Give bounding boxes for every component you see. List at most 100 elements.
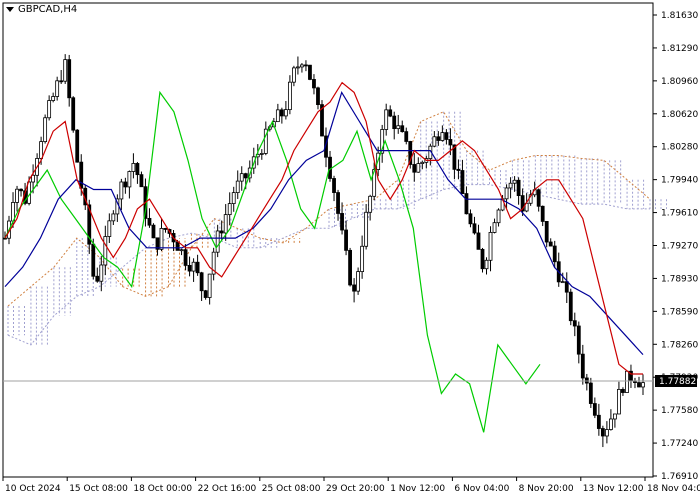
candle-body xyxy=(600,428,605,437)
candle-body xyxy=(348,249,352,286)
y-tick-label: 1.77580 xyxy=(661,406,698,416)
candle-body xyxy=(195,261,200,274)
candle-body xyxy=(352,284,356,292)
chart-window[interactable]: 1.81630 1.81290 1.80960 1.80620 1.80280 1.799… xyxy=(0,0,700,500)
candle-body xyxy=(235,180,240,194)
candle-body xyxy=(199,272,204,292)
candle-body xyxy=(604,429,609,437)
candle-body xyxy=(621,389,625,393)
candle-body xyxy=(536,189,541,207)
candle-body xyxy=(183,249,188,266)
candle-body xyxy=(364,211,369,247)
candle-body xyxy=(336,192,340,214)
candle-body xyxy=(51,96,56,101)
candle-body xyxy=(332,178,336,193)
y-tick-label: 1.78260 xyxy=(661,340,698,350)
candle-body xyxy=(360,245,365,272)
candle-body xyxy=(95,275,100,282)
candle-body xyxy=(436,136,441,141)
candle-body xyxy=(135,163,140,176)
candle-body xyxy=(47,100,52,119)
candle-body xyxy=(440,132,445,141)
price-axis[interactable]: 1.81630 1.81290 1.80960 1.80620 1.80280 1.799… xyxy=(653,11,698,482)
y-tick-label: 1.76910 xyxy=(661,472,698,482)
candle-body xyxy=(384,109,389,130)
candle-body xyxy=(613,413,617,420)
candle-body xyxy=(356,271,361,292)
candle-body xyxy=(163,228,168,230)
candle-body xyxy=(552,245,557,263)
candle-body xyxy=(456,168,461,171)
candle-body xyxy=(460,170,465,194)
candle-body xyxy=(504,187,509,200)
candle-body xyxy=(617,389,621,415)
candle-body xyxy=(131,163,136,172)
y-tick-label: 1.79270 xyxy=(661,242,698,252)
candle-body xyxy=(179,249,184,252)
candle-body xyxy=(344,229,348,251)
candle-body xyxy=(279,109,284,117)
candle-body xyxy=(103,236,108,266)
candle-body xyxy=(468,213,473,225)
current-price-text: 1.77882 xyxy=(659,377,696,387)
candle-body xyxy=(544,221,549,243)
candle-body xyxy=(548,241,553,247)
x-tick-label: 1 Nov 12:00 xyxy=(390,484,445,494)
candle-body xyxy=(564,281,569,293)
candle-body xyxy=(67,59,72,99)
candle-body xyxy=(79,161,84,189)
x-tick-label: 10 Oct 2024 xyxy=(5,484,61,494)
candle-body xyxy=(396,125,401,130)
candle-body xyxy=(275,109,280,123)
candle-body xyxy=(488,232,493,261)
candle-body xyxy=(283,109,288,117)
candle-body xyxy=(508,182,513,189)
time-axis[interactable]: 10 Oct 2024 15 Oct 08:00 18 Oct 00:00 22 Oc… xyxy=(2,477,700,494)
candle-body xyxy=(592,403,597,416)
candle-body xyxy=(231,192,236,204)
triangle-down-icon[interactable] xyxy=(6,7,14,12)
candle-body xyxy=(432,136,437,147)
candle-body xyxy=(576,325,581,355)
candle-body xyxy=(312,79,316,89)
symbol-text: GBPCAD,H4 xyxy=(18,4,78,15)
candle-body xyxy=(147,217,152,226)
candle-body xyxy=(448,139,453,146)
candle-body xyxy=(151,224,156,239)
candle-body xyxy=(63,59,68,82)
x-tick-label: 25 Oct 08:00 xyxy=(262,484,321,494)
candle-body xyxy=(75,129,80,163)
candle-body xyxy=(43,117,48,142)
x-tick-label: 29 Oct 20:00 xyxy=(326,484,385,494)
candle-body xyxy=(572,320,577,327)
candle-body xyxy=(215,230,220,253)
candle-body xyxy=(304,64,308,67)
candle-body xyxy=(641,382,645,388)
candle-body xyxy=(596,414,601,429)
candle-body xyxy=(368,195,373,213)
symbol-title[interactable]: GBPCAD,H4 xyxy=(6,4,77,15)
candle-body xyxy=(340,213,344,231)
candle-body xyxy=(127,171,132,188)
candle-body xyxy=(484,259,489,270)
candle-body xyxy=(416,163,421,173)
candle-body xyxy=(111,213,116,222)
candle-body xyxy=(444,132,449,140)
x-tick-label: 18 Nov 04:00 xyxy=(647,484,700,494)
candle-body xyxy=(219,230,224,234)
y-tick-label: 1.80960 xyxy=(661,77,698,87)
candle-body xyxy=(123,181,128,188)
candle-body xyxy=(55,80,60,97)
price-chart[interactable]: 1.81630 1.81290 1.80960 1.80620 1.80280 1.799… xyxy=(0,0,700,500)
candle-body xyxy=(39,141,44,159)
y-tick-label: 1.78930 xyxy=(661,274,698,284)
y-tick-label: 1.80620 xyxy=(661,110,698,120)
y-tick-label: 1.79940 xyxy=(661,176,698,186)
candle-body xyxy=(516,179,521,197)
x-tick-label: 6 Nov 04:00 xyxy=(454,484,509,494)
candle-body xyxy=(496,209,501,224)
candle-body xyxy=(259,153,264,155)
candle-body xyxy=(400,125,405,133)
candle-body xyxy=(292,67,296,83)
candle-body xyxy=(464,193,469,215)
